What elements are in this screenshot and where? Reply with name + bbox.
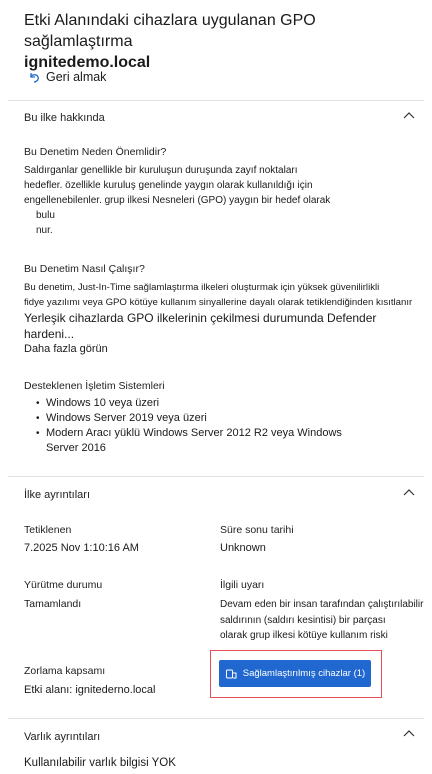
divider — [8, 100, 424, 101]
hardened-devices-button[interactable]: Sağlamlaştırılmış cihazlar (1) — [219, 660, 371, 687]
chevron-up-icon[interactable] — [402, 486, 416, 500]
list-item: Windows 10 veya üzeri — [36, 396, 342, 411]
section-asset-heading: Varlık ayrıntıları — [24, 731, 101, 743]
how-line: Yerleşik cihazlarda GPO ilkelerinin çeki… — [24, 311, 377, 325]
alert-line: olarak grup ilkesi kötüye kullanım riski — [220, 630, 388, 641]
page-title: Etki Alanındaki cihazlara uygulanan GPO … — [24, 10, 424, 73]
how-text: Bu denetim, Just-In-Time sağlamlaştırma … — [24, 280, 412, 310]
highlight-box: Sağlamlaştırılmış cihazlar (1) — [210, 650, 382, 698]
chevron-up-icon[interactable] — [402, 727, 416, 741]
how-line: hardeni... — [24, 327, 75, 341]
expires-label: Süre sonu tarihi — [220, 524, 294, 536]
os-list-continuation: Server 2016 — [46, 442, 106, 454]
exec-status-label: Yürütme durumu — [24, 579, 103, 591]
os-heading: Desteklenen İşletim Sistemleri — [24, 380, 165, 392]
alert-line: Devam eden bir insan tarafından çalıştır… — [220, 599, 424, 610]
asset-value: Kullanılabilir varlık bilgisi YOK — [24, 757, 176, 769]
how-text-large: Yerleşik cihazlarda GPO ilkelerinin çeki… — [24, 310, 376, 342]
back-label: Geri almak — [46, 70, 107, 84]
related-alert-link[interactable]: Devam eden bir insan tarafından çalıştır… — [220, 597, 425, 644]
why-line: bulu — [36, 210, 55, 221]
chevron-up-icon[interactable] — [402, 109, 416, 123]
why-line: Saldırganlar genellikle bir kuruluşun du… — [24, 165, 298, 176]
expires-value: Unknown — [220, 542, 266, 554]
page-title-line1: Etki Alanındaki cihazlara uygulanan GPO … — [24, 12, 316, 50]
how-line: Bu denetim, Just-In-Time sağlamlaştırma … — [24, 282, 380, 293]
section-details-heading: İlke ayrıntıları — [24, 489, 91, 501]
scope-value: Etki alanı: ignitederno.local — [24, 684, 156, 696]
why-text: Saldırganlar genellikle bir kuruluşun du… — [24, 163, 330, 238]
related-alert-label: İlgili uyarı — [220, 579, 265, 591]
triggered-label: Tetiklenen — [24, 524, 72, 536]
exec-status-value: Tamamlandı — [24, 598, 82, 610]
triggered-value: 7.2025 Nov 1:10:16 AM — [24, 542, 139, 554]
why-line: engellenebilenler. grup ilkesi Nesneleri… — [24, 195, 331, 206]
os-list: Windows 10 veya üzeri Windows Server 201… — [36, 396, 342, 441]
why-line: hedefler. özellikle kuruluş genelinde ya… — [24, 180, 313, 191]
list-item: Windows Server 2019 veya üzeri — [36, 411, 342, 426]
why-heading: Bu Denetim Neden Önemlidir? — [24, 146, 167, 158]
divider — [8, 476, 424, 477]
see-more-link[interactable]: Daha fazla görün — [24, 343, 108, 355]
hardened-devices-label: Sağlamlaştırılmış cihazlar (1) — [242, 668, 366, 679]
scope-label: Zorlama kapsamı — [24, 665, 106, 677]
alert-line: saldırının (saldırı kesintisi) bir parça… — [220, 614, 386, 626]
divider — [8, 718, 424, 719]
section-about-heading: Bu ilke hakkında — [24, 112, 105, 124]
back-link[interactable]: Geri almak — [28, 70, 106, 84]
device-icon — [225, 669, 237, 678]
list-item: Modern Aracı yüklü Windows Server 2012 R… — [36, 426, 342, 441]
undo-icon — [30, 72, 39, 83]
how-heading: Bu Denetim Nasıl Çalışır? — [24, 263, 145, 275]
why-line: nur. — [36, 225, 53, 236]
how-line: fidye yazılımı veya GPO kötüye kullanım … — [24, 297, 413, 308]
